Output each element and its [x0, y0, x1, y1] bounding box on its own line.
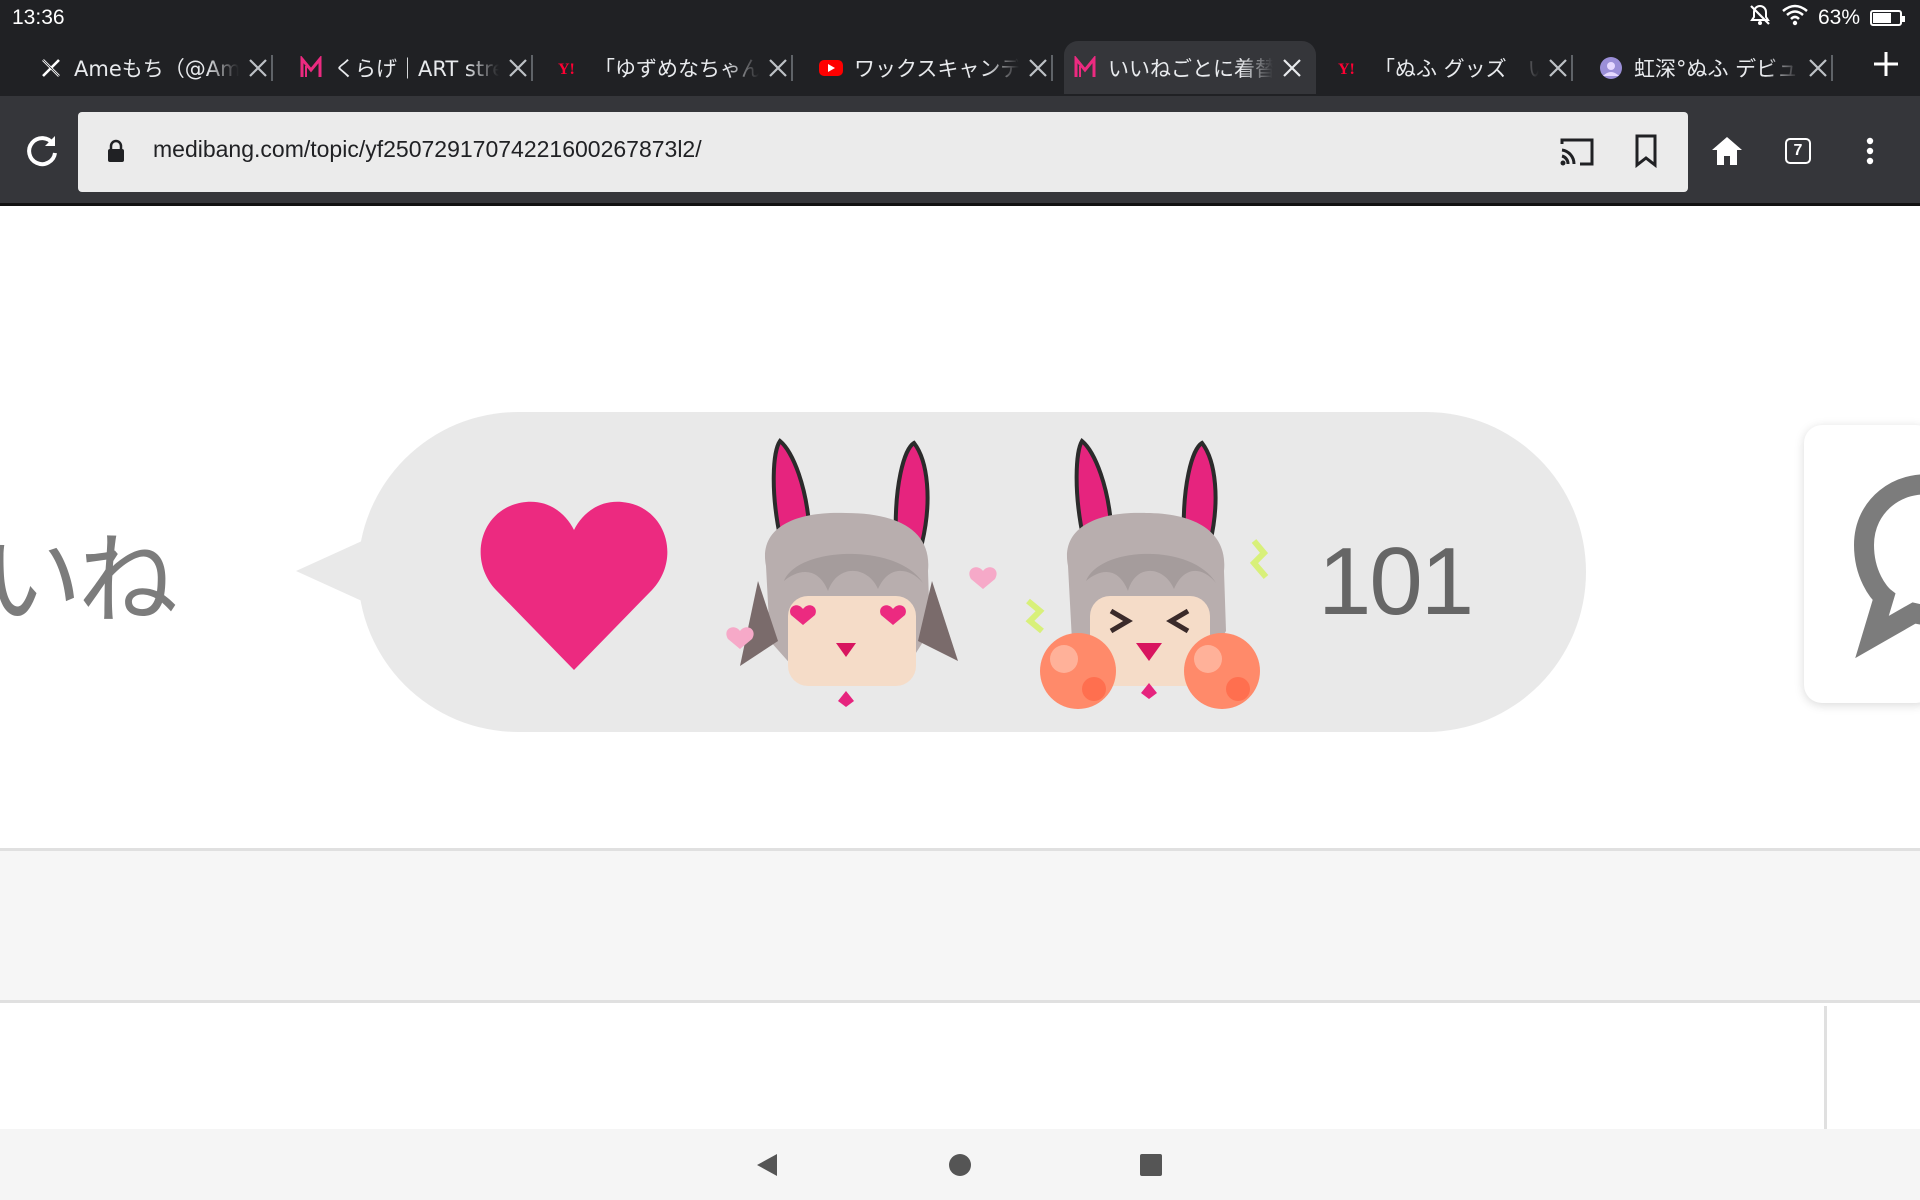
cast-icon	[1560, 138, 1594, 166]
x-icon	[38, 55, 64, 81]
battery-icon	[1870, 10, 1905, 26]
recents-square-icon	[1140, 1154, 1162, 1176]
tab-title: Ameもち（@Ameもち	[74, 56, 239, 81]
svg-text:Y!: Y!	[1338, 61, 1355, 78]
browser-toolbar: medibang.com/topic/yf2507291707422160026…	[0, 96, 1920, 206]
url-text[interactable]: medibang.com/topic/yf2507291707422160026…	[153, 136, 702, 163]
youtube-icon	[818, 55, 844, 81]
tab-kurage[interactable]: くらげ｜ART street	[290, 41, 533, 94]
recents-button[interactable]	[1131, 1145, 1171, 1185]
close-icon[interactable]	[505, 55, 531, 81]
system-navigation-bar	[0, 1129, 1920, 1200]
heart-icon	[480, 501, 668, 670]
like-label-text: いね	[0, 522, 178, 639]
plus-icon	[1874, 52, 1898, 76]
status-icons: 63%	[1748, 3, 1905, 33]
web-content: いね 101	[0, 209, 1920, 1129]
bunny-heart-eyes-sticker[interactable]	[718, 431, 1004, 721]
tab-ameмochi[interactable]: Ameもち（@Ameもち	[30, 41, 273, 94]
tab-title: 「ぬふ グッズ い	[1374, 56, 1539, 81]
home-icon	[1712, 137, 1742, 165]
tab-iine-active[interactable]: いいねごとに着替え	[1064, 41, 1316, 94]
cast-button[interactable]	[1558, 136, 1596, 172]
close-icon[interactable]	[1025, 55, 1051, 81]
comment-icon	[1853, 474, 1920, 659]
address-bar[interactable]: medibang.com/topic/yf2507291707422160026…	[78, 112, 1688, 192]
reload-button[interactable]	[22, 131, 62, 171]
close-icon[interactable]	[1545, 55, 1571, 81]
bookmark-button[interactable]	[1634, 134, 1658, 172]
content-divider-band	[0, 848, 1920, 1003]
like-count: 101	[1318, 528, 1474, 635]
tab-strip: Ameもち（@Ameもち くらげ｜ART street Y! 「ゆずめなちゃん …	[0, 37, 1920, 96]
tab-title: 虹深°ぬふ デビュー	[1634, 56, 1799, 81]
battery-percent: 63%	[1817, 6, 1860, 29]
back-button[interactable]	[747, 1145, 787, 1185]
battery-fill	[1873, 13, 1891, 23]
status-bar: 13:36 63%	[0, 0, 1920, 37]
tab-wax-candy[interactable]: ワックスキャンディ	[810, 41, 1053, 94]
medibang-icon	[1072, 55, 1098, 81]
reload-icon	[27, 136, 57, 167]
column-divider	[1824, 1006, 1827, 1129]
tab-nufu-goods[interactable]: Y! 「ぬふ グッズ い	[1330, 41, 1573, 94]
tab-count: 7	[1785, 138, 1811, 164]
home-nav-button[interactable]	[940, 1145, 980, 1185]
status-time: 13:36	[12, 6, 65, 29]
tab-title: ワックスキャンディ	[854, 56, 1019, 81]
close-icon[interactable]	[1805, 55, 1831, 81]
medibang-icon	[298, 55, 324, 81]
close-icon[interactable]	[765, 55, 791, 81]
tab-title: 「ゆずめなちゃん	[594, 56, 759, 81]
tab-title: くらげ｜ART street	[334, 56, 499, 81]
yahoo-icon: Y!	[1338, 55, 1364, 81]
home-circle-icon	[949, 1154, 971, 1176]
more-vert-icon	[1866, 137, 1874, 165]
close-icon[interactable]	[1279, 55, 1305, 81]
back-triangle-icon	[757, 1154, 777, 1176]
tab-title: いいねごとに着替え	[1108, 56, 1273, 81]
wifi-icon	[1782, 4, 1808, 32]
tab-yuzumena[interactable]: Y! 「ゆずめなちゃん	[550, 41, 793, 94]
tab-nufu-debut[interactable]: 虹深°ぬふ デビュー	[1590, 41, 1833, 94]
lock-icon[interactable]	[106, 138, 126, 168]
avatar-icon	[1598, 55, 1624, 81]
close-icon[interactable]	[245, 55, 271, 81]
home-button[interactable]	[1707, 131, 1747, 171]
bunny-cheer-sticker[interactable]	[1016, 431, 1296, 721]
svg-text:Y!: Y!	[558, 61, 575, 78]
new-tab-button[interactable]	[1866, 44, 1906, 84]
tab-switcher-button[interactable]: 7	[1778, 131, 1818, 171]
yahoo-icon: Y!	[558, 55, 584, 81]
bookmark-icon	[1635, 134, 1657, 169]
bell-off-icon	[1748, 3, 1772, 33]
menu-button[interactable]	[1850, 131, 1890, 171]
comment-card[interactable]	[1804, 425, 1920, 703]
heart-like-button[interactable]	[474, 490, 674, 680]
